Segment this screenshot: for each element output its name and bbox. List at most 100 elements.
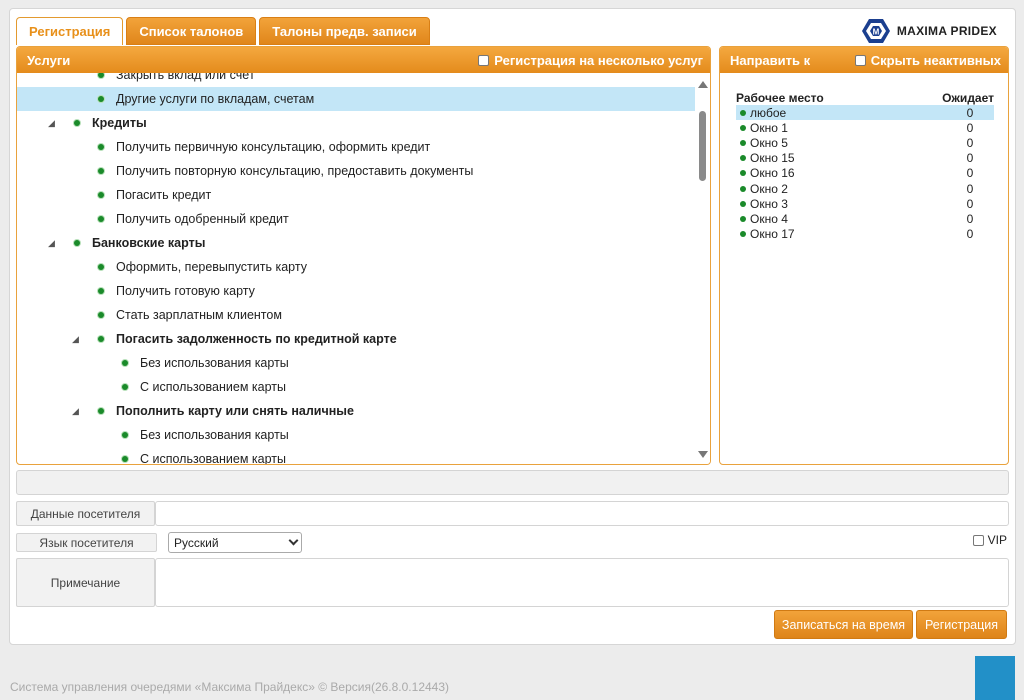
book-time-button[interactable]: Записаться на время [774, 610, 913, 639]
service-item[interactable]: Закрыть вклад или счёт [17, 73, 695, 87]
workplace-row[interactable]: Окно 15 0 [736, 151, 994, 166]
logo-text: MAXIMA PRIDEX [896, 24, 997, 38]
expand-toggle-icon[interactable]: ◢ [72, 334, 82, 345]
expand-toggle-icon[interactable]: ◢ [48, 118, 58, 129]
service-item[interactable]: Получить одобренный кредит [17, 207, 695, 231]
workplace-name-cell: Окно 15 [736, 151, 795, 165]
status-dot-icon [740, 124, 746, 131]
service-label: Получить одобренный кредит [116, 212, 289, 226]
direct-to-header: Направить к Скрыть неактивных [720, 47, 1008, 73]
workplace-waiting: 0 [966, 151, 974, 166]
service-label: Пополнить карту или снять наличные [116, 404, 354, 418]
hide-inactive-label: Скрыть неактивных [870, 52, 1001, 68]
service-item[interactable]: Получить готовую карту [17, 279, 695, 303]
service-label: С использованием карты [140, 380, 286, 394]
workplace-name: Окно 5 [750, 135, 788, 150]
workplace-name-cell: Окно 3 [736, 197, 788, 211]
status-dot-icon [98, 192, 104, 198]
workplace-name: Окно 1 [750, 120, 788, 135]
workplace-name-cell: Окно 5 [736, 136, 788, 150]
workplace-row[interactable]: любое 0 [736, 105, 994, 121]
workplace-name-cell: Окно 16 [736, 166, 795, 180]
tab-registration[interactable]: Регистрация [16, 17, 124, 45]
workplace-name-cell: Окно 2 [736, 182, 788, 196]
tab-ticket-list[interactable]: Список талонов [126, 17, 257, 45]
maxima-logo-icon: M [861, 19, 890, 43]
workplace-row[interactable]: Окно 4 0 [736, 211, 994, 226]
service-group[interactable]: ◢ Кредиты [17, 111, 695, 135]
workplace-row[interactable]: Окно 17 0 [736, 227, 994, 242]
service-item[interactable]: Оформить, перевыпустить карту [17, 255, 695, 279]
services-scrollbar[interactable] [695, 73, 710, 464]
service-label: Без использования карты [140, 356, 289, 370]
workplace-waiting: 0 [966, 196, 974, 211]
workplace-name: Окно 17 [750, 227, 795, 242]
workplace-row[interactable]: Окно 3 0 [736, 196, 994, 211]
workplace-row[interactable]: Окно 1 0 [736, 120, 994, 135]
workplace-name-cell: любое [736, 106, 786, 120]
service-item[interactable]: Стать зарплатным клиентом [17, 303, 695, 327]
workplace-name: Окно 3 [750, 196, 788, 211]
workplace-table-header: Рабочее место Ожидает [736, 91, 994, 105]
workplace-name-cell: Окно 1 [736, 121, 788, 135]
service-group[interactable]: ◢ Пополнить карту или снять наличные [17, 399, 695, 423]
hide-inactive-toggle[interactable]: Скрыть неактивных [854, 52, 1001, 68]
status-dot-icon [122, 384, 128, 390]
service-label: Получить первичную консультацию, оформит… [116, 140, 431, 154]
workplace-waiting: 0 [966, 135, 974, 150]
service-item[interactable]: Погасить кредит [17, 183, 695, 207]
vip-toggle[interactable]: VIP [972, 533, 1007, 547]
workplace-waiting: 0 [966, 120, 974, 135]
status-dot-icon [74, 240, 80, 246]
workplace-row[interactable]: Окно 5 0 [736, 135, 994, 150]
tab-prebooked-tickets[interactable]: Талоны предв. записи [259, 17, 430, 45]
note-input[interactable] [155, 558, 1009, 607]
workplace-name: Окно 15 [750, 151, 795, 166]
service-label: Стать зарплатным клиентом [116, 308, 282, 322]
service-label: Банковские карты [92, 236, 206, 250]
status-dot-icon [740, 185, 746, 192]
col-workplace: Рабочее место [736, 91, 824, 105]
workplace-waiting: 0 [966, 227, 974, 242]
status-dot-icon [740, 155, 746, 162]
service-item[interactable]: С использованием карты [17, 447, 695, 464]
scroll-up-icon[interactable] [698, 81, 708, 88]
service-item[interactable]: Без использования карты [17, 351, 695, 375]
service-item[interactable]: Получить повторную консультацию, предост… [17, 159, 695, 183]
service-label: Погасить кредит [116, 188, 212, 202]
chevron-down-icon [288, 535, 299, 546]
scroll-thumb[interactable] [699, 111, 706, 181]
expand-toggle-icon[interactable]: ◢ [72, 406, 82, 417]
service-group[interactable]: ◢ Банковские карты [17, 231, 695, 255]
status-dot-icon [122, 456, 128, 462]
expand-toggle-icon[interactable]: ◢ [48, 238, 58, 249]
visitor-data-label: Данные посетителя [16, 501, 155, 526]
hide-inactive-checkbox[interactable] [854, 54, 866, 66]
vip-checkbox[interactable] [972, 534, 984, 546]
multi-service-toggle[interactable]: Регистрация на несколько услуг [478, 53, 703, 68]
services-panel: Услуги Регистрация на несколько услуг За… [16, 46, 711, 465]
status-dot-icon [98, 216, 104, 222]
service-group[interactable]: ◢ Погасить задолженность по кредитной кар… [17, 327, 695, 351]
workplace-row[interactable]: Окно 2 0 [736, 181, 994, 196]
workplace-waiting: 0 [966, 181, 974, 196]
service-label: С использованием карты [140, 452, 286, 464]
services-header: Услуги Регистрация на несколько услуг [17, 47, 710, 73]
service-item[interactable]: Другие услуги по вкладам, счетам [17, 87, 695, 111]
service-item[interactable]: Без использования карты [17, 423, 695, 447]
corner-action-button[interactable] [975, 656, 1015, 700]
service-item[interactable]: С использованием карты [17, 375, 695, 399]
status-bar [16, 470, 1009, 495]
service-item[interactable]: Получить первичную консультацию, оформит… [17, 135, 695, 159]
register-button[interactable]: Регистрация [916, 610, 1007, 639]
visitor-data-input[interactable] [155, 501, 1009, 526]
workplace-waiting: 0 [966, 105, 974, 120]
scroll-down-icon[interactable] [698, 451, 708, 458]
status-dot-icon [74, 120, 80, 126]
status-dot-icon [98, 73, 104, 78]
status-dot-icon [98, 144, 104, 150]
multi-service-checkbox[interactable] [478, 54, 490, 66]
workplace-row[interactable]: Окно 16 0 [736, 166, 994, 181]
language-select[interactable]: Русский [168, 532, 302, 553]
services-title: Услуги [27, 52, 71, 68]
